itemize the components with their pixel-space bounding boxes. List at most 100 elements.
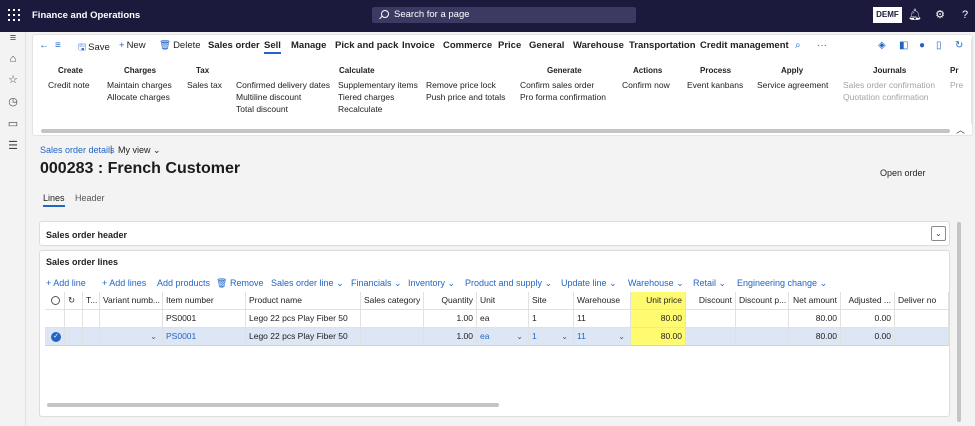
print-button[interactable]: Pre: [950, 80, 963, 90]
retail-menu[interactable]: Retail ⌄: [693, 278, 726, 289]
multiline-discount-button[interactable]: Multiline discount: [236, 92, 301, 102]
row-select[interactable]: ✓: [45, 328, 65, 346]
new-button[interactable]: + New: [119, 40, 146, 51]
discount-cell[interactable]: [686, 310, 736, 328]
variant-cell[interactable]: ⌄: [100, 328, 163, 346]
deliver-now-cell[interactable]: [895, 310, 949, 328]
discount-percent-cell[interactable]: [736, 328, 789, 346]
unit-price-cell[interactable]: 80.00: [631, 328, 686, 346]
chevron-down-icon[interactable]: ⌄: [931, 226, 946, 241]
action-pane-scrollbar[interactable]: [41, 129, 950, 133]
product-name-cell[interactable]: Lego 22 pcs Play Fiber 50: [246, 310, 361, 328]
maintain-charges-button[interactable]: Maintain charges: [107, 80, 172, 90]
page-vertical-scrollbar[interactable]: [957, 222, 961, 422]
clock-icon[interactable]: ◷: [7, 96, 19, 108]
grid-horizontal-scrollbar[interactable]: [47, 403, 499, 407]
column-header-type[interactable]: T...: [83, 292, 100, 310]
column-header-discount-percent[interactable]: Discount p...: [736, 292, 789, 310]
menu-lines-icon[interactable]: ≡: [55, 40, 61, 51]
app-title[interactable]: Finance and Operations: [32, 10, 140, 21]
tab-manage[interactable]: Manage: [291, 40, 326, 51]
pro-forma-confirmation-button[interactable]: Pro forma confirmation: [520, 92, 606, 102]
tab-pick-and-pack[interactable]: Pick and pack: [335, 40, 398, 51]
deliver-now-cell[interactable]: [895, 328, 949, 346]
office-icon[interactable]: ◧: [899, 40, 908, 51]
unit-price-cell[interactable]: 80.00: [631, 310, 686, 328]
quantity-cell[interactable]: 1.00: [424, 328, 477, 346]
tab-credit-management[interactable]: Credit management: [700, 40, 789, 51]
gear-icon[interactable]: ⚙: [933, 8, 947, 22]
chevron-down-icon[interactable]: ⌄: [516, 328, 523, 345]
engineering-change-menu[interactable]: Engineering change ⌄: [737, 278, 827, 289]
tab-header[interactable]: Header: [75, 193, 105, 203]
financials-menu[interactable]: Financials ⌄: [351, 278, 402, 289]
total-discount-button[interactable]: Total discount: [236, 104, 288, 114]
warehouse-menu[interactable]: Warehouse ⌄: [628, 278, 684, 289]
select-all-radio[interactable]: [45, 292, 65, 310]
company-picker[interactable]: DEMF: [873, 7, 902, 23]
table-row-selected[interactable]: ✓ ⌄ PS0001 Lego 22 pcs Play Fiber 50 1.0…: [45, 328, 949, 346]
remove-price-lock-button[interactable]: Remove price lock: [426, 80, 496, 90]
variant-cell[interactable]: [100, 310, 163, 328]
discount-cell[interactable]: [686, 328, 736, 346]
remove-button[interactable]: 🗑︎ Remove: [216, 278, 263, 289]
save-button[interactable]: 🖫 Save: [78, 40, 110, 56]
site-cell[interactable]: 1: [529, 310, 574, 328]
waffle-icon[interactable]: [8, 9, 20, 21]
sales-order-confirmation-button[interactable]: Sales order confirmation: [843, 80, 935, 90]
warehouse-cell[interactable]: 11: [574, 310, 631, 328]
confirm-now-button[interactable]: Confirm now: [622, 80, 670, 90]
push-price-and-totals-button[interactable]: Push price and totals: [426, 92, 505, 102]
column-header-adjusted[interactable]: Adjusted ...: [841, 292, 895, 310]
tab-lines[interactable]: Lines: [43, 193, 65, 207]
sales-category-cell[interactable]: [361, 328, 424, 346]
breadcrumb[interactable]: Sales order details: [40, 145, 115, 155]
star-icon[interactable]: ☆: [7, 74, 19, 86]
adjusted-cell[interactable]: 0.00: [841, 310, 895, 328]
column-header-net-amount[interactable]: Net amount: [789, 292, 841, 310]
power-apps-icon[interactable]: ●: [919, 40, 925, 51]
delete-button[interactable]: 🗑︎ Delete: [159, 40, 201, 51]
inventory-menu[interactable]: Inventory ⌄: [408, 278, 455, 289]
tab-sales-order[interactable]: Sales order: [208, 40, 260, 51]
column-header-variant[interactable]: Variant numb...: [100, 292, 163, 310]
quotation-confirmation-button[interactable]: Quotation confirmation: [843, 92, 929, 102]
product-name-cell[interactable]: Lego 22 pcs Play Fiber 50: [246, 328, 361, 346]
item-number-cell[interactable]: PS0001: [163, 328, 246, 346]
column-header-product-name[interactable]: Product name: [246, 292, 361, 310]
discount-percent-cell[interactable]: [736, 310, 789, 328]
chevron-down-icon[interactable]: ⌄: [150, 328, 157, 345]
add-products-button[interactable]: Add products: [157, 278, 210, 288]
tab-commerce[interactable]: Commerce: [443, 40, 492, 51]
site-cell[interactable]: 1 ⌄: [529, 328, 574, 346]
tab-transportation[interactable]: Transportation: [629, 40, 696, 51]
item-number-cell[interactable]: PS0001: [163, 310, 246, 328]
allocate-charges-button[interactable]: Allocate charges: [107, 92, 170, 102]
unit-cell[interactable]: ea: [477, 310, 529, 328]
sales-order-header-fasttab[interactable]: Sales order header ⌄: [39, 221, 950, 246]
column-header-quantity[interactable]: Quantity: [424, 292, 477, 310]
sales-order-line-menu[interactable]: Sales order line ⌄: [271, 278, 344, 289]
column-header-unit-price[interactable]: Unit price: [631, 292, 686, 310]
refresh-icon[interactable]: ↻: [955, 40, 963, 51]
net-amount-cell[interactable]: 80.00: [789, 310, 841, 328]
bell-icon[interactable]: 🔔︎: [908, 8, 922, 22]
search-icon[interactable]: ⌕: [795, 40, 801, 51]
collapse-icon[interactable]: ︿: [956, 123, 965, 136]
tab-invoice[interactable]: Invoice: [402, 40, 435, 51]
supplementary-items-button[interactable]: Supplementary items: [338, 80, 418, 90]
column-header-discount[interactable]: Discount: [686, 292, 736, 310]
quantity-cell[interactable]: 1.00: [424, 310, 477, 328]
more-icon[interactable]: ···: [817, 40, 827, 51]
help-icon[interactable]: ?: [958, 8, 972, 22]
column-header-item-number[interactable]: Item number: [163, 292, 246, 310]
view-selector[interactable]: My view ⌄: [118, 145, 161, 156]
event-kanbans-button[interactable]: Event kanbans: [687, 80, 743, 90]
column-header-unit[interactable]: Unit: [477, 292, 529, 310]
recalculate-button[interactable]: Recalculate: [338, 104, 382, 114]
unit-cell[interactable]: ea ⌄: [477, 328, 529, 346]
chevron-down-icon[interactable]: ⌄: [618, 328, 625, 345]
hamburger-icon[interactable]: ≡: [7, 32, 19, 44]
chevron-down-icon[interactable]: ⌄: [561, 328, 568, 345]
list-icon[interactable]: ☰: [7, 140, 19, 152]
